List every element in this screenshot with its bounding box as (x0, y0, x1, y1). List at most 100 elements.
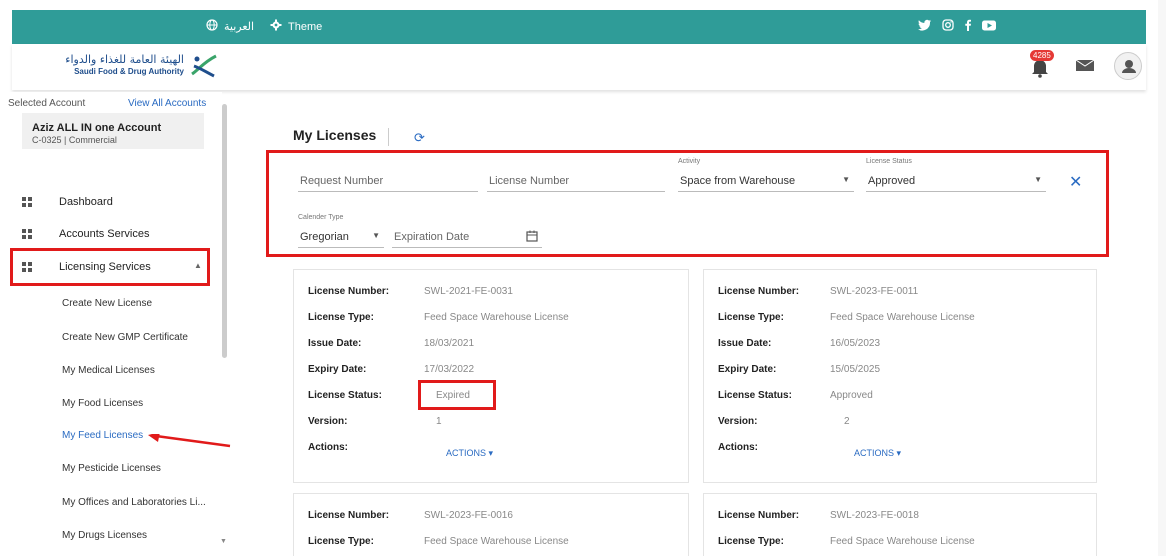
license-type-label: License Type: (718, 312, 784, 323)
sidebar-subitem-create-gmp[interactable]: Create New GMP Certificate (62, 332, 188, 343)
page-scrollbar[interactable] (1158, 0, 1166, 556)
calendar-type-value: Gregorian (300, 231, 349, 243)
instagram-icon[interactable] (942, 18, 954, 34)
version-label: Version: (718, 416, 758, 427)
messages-button[interactable] (1075, 58, 1095, 72)
activity-value: Space from Warehouse (680, 175, 796, 187)
actions-button[interactable]: ACTIONS ▾ (854, 448, 901, 459)
account-card[interactable]: Aziz ALL IN one Account C-0325 | Commerc… (22, 113, 204, 149)
theme-label: Theme (288, 20, 323, 33)
gear-icon (270, 19, 282, 34)
selected-account-label: Selected Account (8, 98, 86, 109)
globe-icon (206, 19, 218, 34)
sidebar-subitem-offices-labs[interactable]: My Offices and Laboratories Li... (62, 497, 206, 508)
language-switch[interactable]: العربية (206, 19, 254, 34)
annotation-arrow (148, 434, 231, 448)
license-status-label: License Status: (718, 390, 792, 401)
user-icon (1122, 60, 1136, 73)
license-type-value: Feed Space Warehouse License (424, 536, 569, 547)
grid-icon (22, 229, 32, 239)
social-links (918, 18, 996, 34)
version-value: 2 (844, 416, 850, 427)
logo-english-text: Saudi Food & Drug Authority (74, 67, 184, 76)
chevron-down-icon: ▼ (372, 231, 380, 240)
request-number-input[interactable]: Request Number (298, 172, 478, 192)
issue-date-label: Issue Date: (308, 338, 362, 349)
actions-button-label: ACTIONS (446, 448, 487, 458)
expiration-date-input[interactable]: Expiration Date (392, 228, 542, 248)
sidebar-item-accounts-services[interactable]: Accounts Services (22, 222, 208, 246)
issue-date-value: 16/05/2023 (830, 338, 881, 349)
top-bar: العربية Theme (12, 10, 1146, 44)
calendar-icon[interactable] (526, 230, 538, 242)
mail-icon (1075, 59, 1095, 71)
expiry-date-label: Expiry Date: (308, 364, 367, 375)
expiry-date-value: 17/03/2022 (424, 364, 475, 375)
license-card: License Number: SWL-2021-FE-0031 License… (294, 270, 688, 482)
view-all-accounts-link[interactable]: View All Accounts (128, 98, 206, 109)
facebook-icon[interactable] (964, 18, 972, 34)
version-label: Version: (308, 416, 348, 427)
account-name: Aziz ALL IN one Account (32, 122, 162, 134)
request-number-placeholder: Request Number (300, 175, 384, 187)
actions-button-label: ACTIONS (854, 448, 895, 458)
actions-label: Actions: (308, 442, 348, 453)
license-number-input[interactable]: License Number (487, 172, 665, 192)
license-number-value: SWL-2023-FE-0011 (830, 286, 919, 297)
scroll-down-icon[interactable]: ▼ (220, 538, 227, 545)
chevron-down-icon: ▾ (896, 448, 902, 458)
calendar-type-select[interactable]: Calender Type Gregorian ▼ (298, 214, 384, 248)
youtube-icon[interactable] (982, 18, 996, 34)
license-number-value: SWL-2023-FE-0018 (830, 510, 919, 521)
theme-button[interactable]: Theme (270, 19, 322, 34)
sidebar-item-dashboard[interactable]: Dashboard (22, 190, 208, 214)
twitter-icon[interactable] (918, 18, 932, 34)
license-type-value: Feed Space Warehouse License (424, 312, 569, 323)
license-type-value: Feed Space Warehouse License (830, 536, 975, 547)
user-avatar[interactable] (1114, 52, 1142, 80)
page-title: My Licenses (293, 127, 377, 143)
clear-filters-icon[interactable]: ✕ (1069, 172, 1082, 192)
license-number-label: License Number: (718, 510, 800, 521)
logo-mark-icon (191, 54, 217, 78)
issue-date-label: Issue Date: (718, 338, 772, 349)
license-card: License Number: SWL-2023-FE-0018 License… (704, 494, 1096, 556)
expiration-date-placeholder: Expiration Date (394, 231, 470, 243)
actions-button[interactable]: ACTIONS ▾ (446, 448, 493, 459)
sidebar-subitem-food-licenses[interactable]: My Food Licenses (62, 398, 143, 409)
refresh-icon[interactable]: ⟳ (414, 130, 425, 146)
highlight-box-status (418, 380, 496, 410)
license-card: License Number: SWL-2023-FE-0011 License… (704, 270, 1096, 482)
license-number-value: SWL-2023-FE-0016 (424, 510, 513, 521)
license-type-label: License Type: (308, 536, 374, 547)
issue-date-value: 18/03/2021 (424, 338, 475, 349)
calendar-type-label: Calender Type (298, 214, 344, 221)
sfda-logo[interactable]: الهيئة العامة للغذاء والدواء Saudi Food … (44, 52, 224, 82)
expiry-date-value: 15/05/2025 (830, 364, 881, 375)
license-status-select[interactable]: License Status Approved ▼ (866, 158, 1046, 192)
sidebar-scrollbar[interactable] (222, 104, 227, 358)
logo-arabic-text: الهيئة العامة للغذاء والدواء (65, 53, 184, 66)
highlight-box-licensing (10, 248, 210, 286)
expiry-date-label: Expiry Date: (718, 364, 777, 375)
license-number-label: License Number: (718, 286, 800, 297)
license-type-value: Feed Space Warehouse License (830, 312, 975, 323)
chevron-down-icon: ▾ (488, 448, 494, 458)
sidebar-subitem-feed-licenses[interactable]: My Feed Licenses (62, 430, 143, 441)
license-card: License Number: SWL-2023-FE-0016 License… (294, 494, 688, 556)
license-status-value: Approved (830, 390, 873, 401)
notifications-bell[interactable]: 4285 (1028, 50, 1054, 78)
activity-label: Activity (678, 158, 701, 165)
title-divider (388, 128, 389, 146)
language-label: العربية (224, 21, 255, 33)
activity-select[interactable]: Activity Space from Warehouse ▼ (678, 158, 854, 192)
sidebar-subitem-drugs-licenses[interactable]: My Drugs Licenses (62, 530, 147, 541)
license-type-label: License Type: (308, 312, 374, 323)
license-number-label: License Number: (308, 510, 390, 521)
sidebar-subitem-medical-licenses[interactable]: My Medical Licenses (62, 365, 155, 376)
actions-label: Actions: (718, 442, 758, 453)
license-status-label: License Status: (308, 390, 382, 401)
sidebar-subitem-create-license[interactable]: Create New License (62, 298, 152, 309)
sidebar-item-label: Accounts Services (59, 228, 150, 240)
sidebar-subitem-pesticide-licenses[interactable]: My Pesticide Licenses (62, 463, 161, 474)
